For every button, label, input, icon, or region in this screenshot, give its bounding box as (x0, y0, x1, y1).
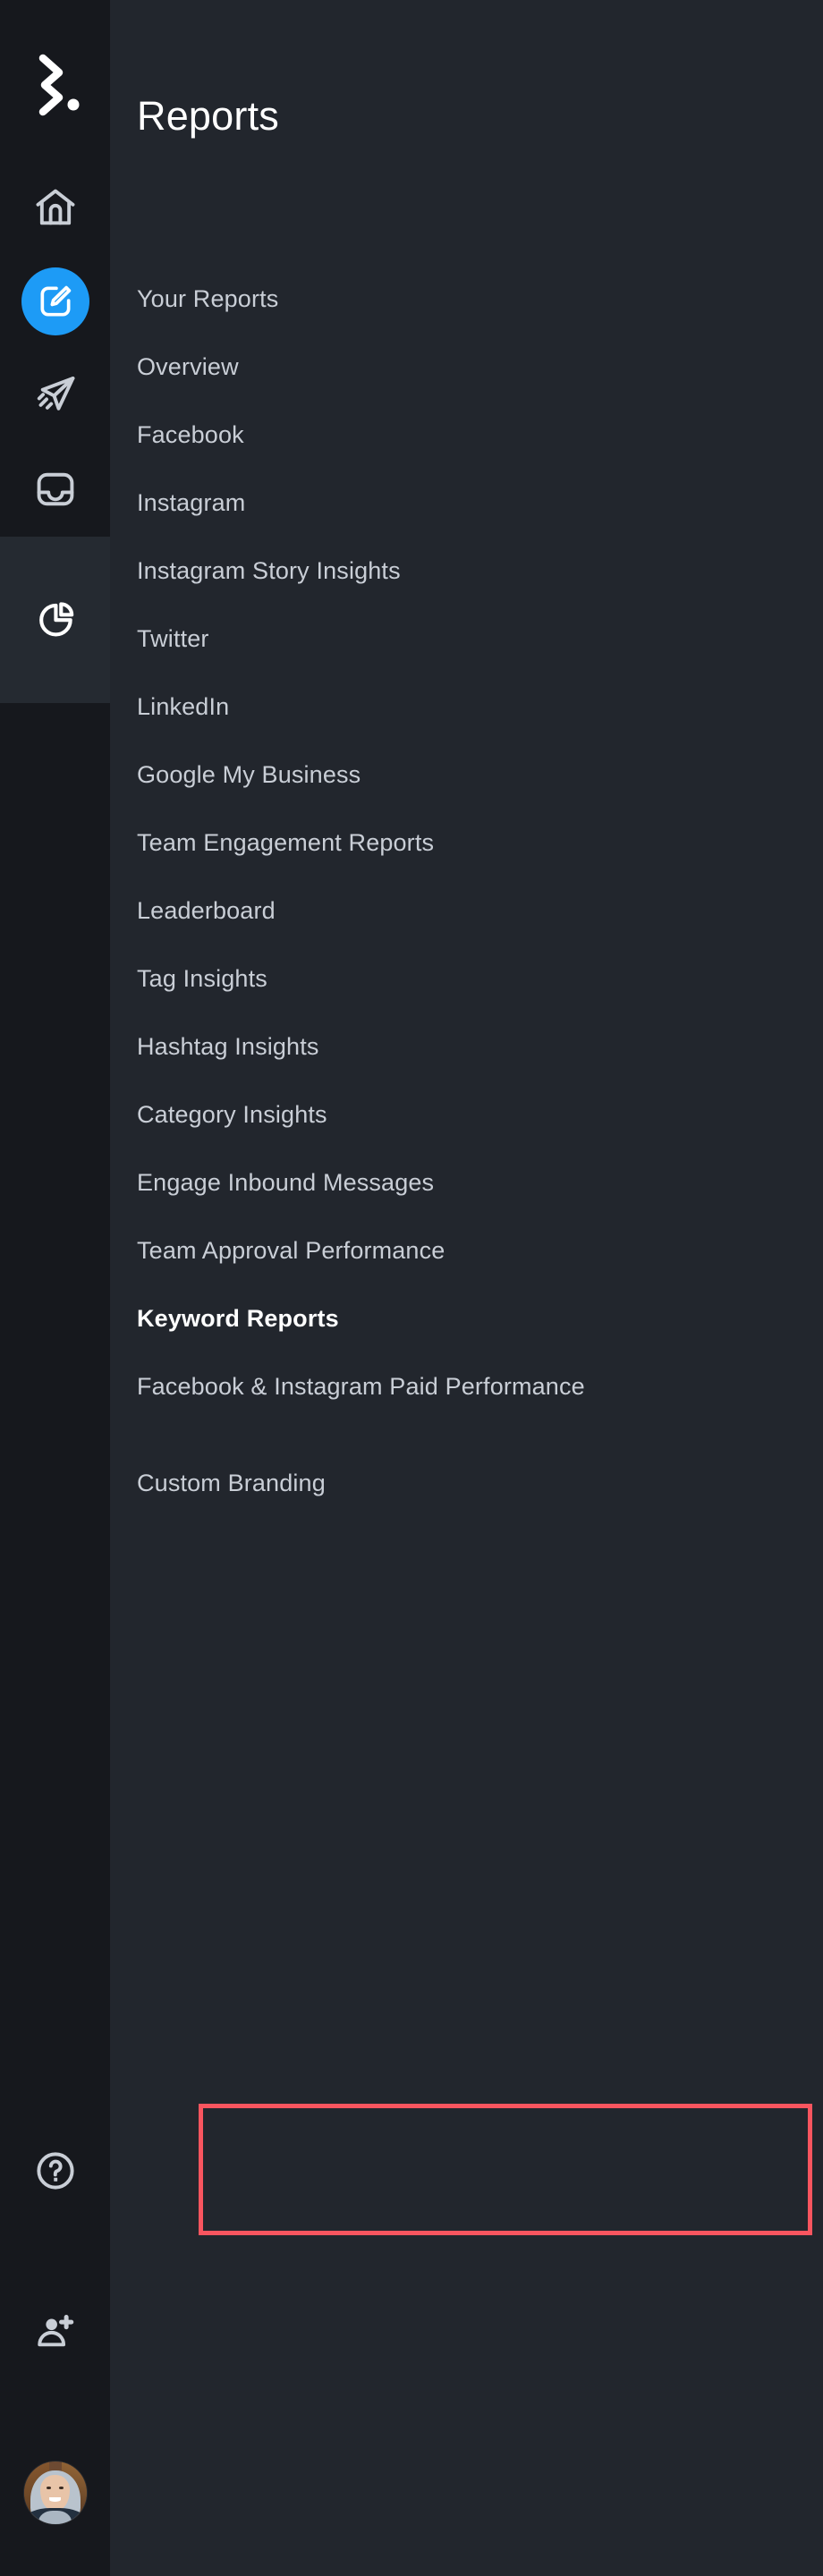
menu-item[interactable]: Twitter (137, 623, 799, 655)
sidebar-item-profile[interactable] (0, 2446, 110, 2539)
primary-nav-rail (0, 0, 110, 2576)
avatar-collar (38, 2510, 72, 2524)
app-logo[interactable] (0, 36, 110, 134)
menu-item[interactable]: Overview (137, 351, 799, 383)
menu-item[interactable]: Custom Branding (137, 1467, 799, 1499)
home-icon (36, 189, 74, 225)
sprout-social-logo-icon (38, 54, 79, 116)
sidebar-item-inbox[interactable] (0, 443, 110, 536)
menu-item[interactable]: Category Insights (137, 1098, 799, 1131)
menu-item[interactable]: Hashtag Insights (137, 1030, 799, 1063)
menu-item[interactable]: Instagram Story Insights (137, 555, 799, 587)
menu-item[interactable]: Tag Insights (137, 962, 799, 995)
inbox-tray-icon (37, 472, 73, 506)
menu-item[interactable]: Leaderboard (137, 894, 799, 927)
avatar-mouth (49, 2496, 61, 2502)
compose-button[interactable] (21, 267, 89, 335)
menu-item[interactable]: Engage Inbound Messages (137, 1166, 799, 1199)
page-title: Reports (137, 93, 279, 139)
user-plus-icon (37, 2315, 73, 2347)
sidebar-item-invite-user[interactable] (0, 2285, 110, 2378)
sidebar-item-publishing[interactable] (0, 349, 110, 442)
menu-item[interactable]: Facebook (137, 419, 799, 451)
avatar-eye-right (59, 2487, 64, 2489)
menu-item[interactable]: Facebook & Instagram Paid Performance (137, 1370, 799, 1402)
pie-chart-icon (38, 602, 73, 637)
paper-plane-icon (37, 376, 74, 411)
sidebar-item-compose[interactable] (0, 255, 110, 348)
menu-item[interactable]: Google My Business (137, 758, 799, 791)
sidebar-item-help[interactable] (0, 2124, 110, 2217)
reports-secondary-nav-panel: Reports Your Reports Overview Facebook Inst… (110, 0, 823, 2576)
menu-item[interactable]: Instagram (137, 487, 799, 519)
avatar-eye-left (47, 2487, 51, 2489)
sidebar-item-reports[interactable] (0, 537, 110, 703)
menu-item[interactable]: LinkedIn (137, 691, 799, 723)
menu-item[interactable]: Keyword Reports (137, 1302, 799, 1335)
avatar[interactable] (23, 2462, 87, 2524)
menu-item[interactable]: Your Reports (137, 283, 799, 315)
menu-item[interactable]: Team Engagement Reports (137, 826, 799, 859)
question-circle-icon (36, 2152, 74, 2190)
compose-pencil-icon (40, 285, 71, 317)
sidebar-item-home[interactable] (0, 161, 110, 254)
reports-navigation-screen: Reports Your Reports Overview Facebook Inst… (0, 0, 823, 2576)
menu-item[interactable]: Team Approval Performance (137, 1234, 799, 1267)
avatar-face (40, 2475, 70, 2511)
